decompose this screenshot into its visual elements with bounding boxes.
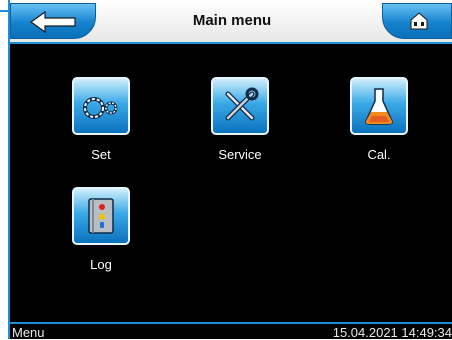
gears-icon [83, 97, 118, 119]
service-label: Service [218, 147, 262, 162]
home-button[interactable] [382, 3, 452, 39]
device-screen: Main menu Set Service Cal. Log Menu 15.0… [8, 0, 452, 340]
status-mode: Menu [12, 325, 45, 340]
set-button[interactable] [72, 77, 130, 135]
log-button[interactable] [72, 187, 130, 245]
log-label: Log [90, 257, 112, 272]
tools-icon [225, 87, 259, 121]
tile-log[interactable]: Log [66, 187, 136, 272]
tile-cal[interactable]: Cal. [344, 77, 414, 162]
set-label: Set [91, 147, 111, 162]
status-bar: Menu 15.04.2021 14:49:34 [10, 322, 452, 340]
header-bar: Main menu [10, 0, 452, 44]
tile-service[interactable]: Service [205, 77, 275, 162]
flask-icon [365, 88, 393, 125]
service-button[interactable] [211, 77, 269, 135]
home-icon [410, 12, 428, 30]
cal-label: Cal. [367, 147, 391, 162]
tile-set[interactable]: Set [66, 77, 136, 162]
logbook-icon [88, 198, 114, 234]
cal-button[interactable] [350, 77, 408, 135]
status-datetime: 15.04.2021 14:49:34 [332, 325, 452, 340]
